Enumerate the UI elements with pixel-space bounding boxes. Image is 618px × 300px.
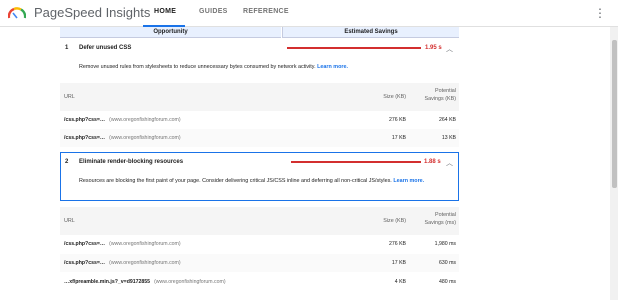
learn-more-link[interactable]: Learn more. (317, 64, 348, 70)
th-size: Size (KB) (383, 94, 406, 100)
opportunity-title: Eliminate render-blocking resources (79, 159, 184, 165)
table-row[interactable]: …xf/preamble.min.js?_v=d9172855 (www.oreg… (60, 273, 459, 291)
resource-url: /css.php?css=… (64, 260, 106, 266)
resource-savings: 13 KB (441, 135, 456, 141)
resource-savings: 480 ms (438, 279, 456, 285)
resource-size: 276 KB (388, 117, 406, 123)
savings-value: 1.95 s (425, 45, 442, 51)
resource-host: (www.oregonfishingforum.com) (109, 117, 181, 123)
chevron-up-icon[interactable]: ︿ (446, 44, 453, 54)
tab-reference[interactable]: REFERENCE (243, 8, 289, 15)
table-row[interactable]: /css.php?css=… (www.oregonfishingforum.co… (60, 111, 459, 129)
tab-home[interactable]: HOME (154, 8, 176, 15)
opportunity-description: Resources are blocking the first paint o… (79, 178, 425, 184)
table-row[interactable]: /css.php?css=… (www.oregonfishingforum.co… (60, 129, 459, 147)
pagespeed-gauge-icon (8, 7, 26, 19)
tab-guides[interactable]: GUIDES (199, 8, 228, 15)
resource-host: (www.oregonfishingforum.com) (109, 260, 181, 266)
table-header-row: URL Size (KB) Potential Savings (ms) (60, 207, 459, 235)
savings-value: 1.88 s (424, 159, 441, 165)
opportunity-description: Remove unused rules from stylesheets to … (79, 64, 348, 70)
resource-size: 276 KB (388, 241, 406, 247)
th-url: URL (64, 94, 75, 100)
resource-size: 17 KB (391, 260, 406, 266)
resource-url: /css.php?css=… (64, 117, 106, 123)
more-vert-icon[interactable]: ⋮ (594, 6, 606, 20)
opportunity-number: 2 (65, 159, 69, 165)
resource-savings: 630 ms (438, 260, 456, 266)
th-url: URL (64, 218, 75, 224)
chevron-up-icon[interactable]: ︿ (446, 158, 453, 168)
th-size: Size (KB) (383, 218, 406, 224)
app-title: PageSpeed Insights (34, 5, 151, 20)
opportunity-number: 1 (65, 45, 69, 51)
resource-savings: 264 KB (438, 117, 456, 123)
resource-url: /css.php?css=… (64, 241, 106, 247)
column-header-savings: Estimated Savings (282, 27, 459, 38)
table-header-row: URL Size (KB) Potential Savings (KB) (60, 83, 459, 111)
th-potential-savings: Potential Savings (KB) (424, 88, 456, 102)
opportunity-defer-unused-css[interactable]: 1 Defer unused CSS 1.95 s ︿ (60, 39, 459, 57)
column-header-opportunity: Opportunity (60, 27, 281, 38)
resource-host: (www.oregonfishingforum.com) (154, 279, 226, 285)
resource-url: …xf/preamble.min.js?_v=d9172855 (64, 279, 151, 285)
resource-host: (www.oregonfishingforum.com) (109, 241, 181, 247)
resource-host: (www.oregonfishingforum.com) (109, 135, 181, 141)
resource-size: 17 KB (391, 135, 406, 141)
opportunity-title: Defer unused CSS (79, 45, 132, 51)
savings-bar (291, 161, 421, 163)
resource-size: 4 KB (394, 279, 406, 285)
opportunity-eliminate-render-blocking[interactable]: 2 Eliminate render-blocking resources 1.… (60, 152, 459, 172)
savings-bar (287, 47, 421, 49)
resource-url: /css.php?css=… (64, 135, 106, 141)
learn-more-link[interactable]: Learn more. (393, 178, 424, 184)
table-row[interactable]: /css.php?css=… (www.oregonfishingforum.co… (60, 254, 459, 272)
scrollbar-thumb[interactable] (612, 40, 617, 188)
table-row[interactable]: /css.php?css=… (www.oregonfishingforum.co… (60, 235, 459, 253)
th-potential-savings: Potential Savings (ms) (424, 212, 456, 226)
top-app-bar: PageSpeed Insights HOME GUIDES REFERENCE… (0, 0, 618, 27)
resource-savings: 1,980 ms (434, 241, 456, 247)
